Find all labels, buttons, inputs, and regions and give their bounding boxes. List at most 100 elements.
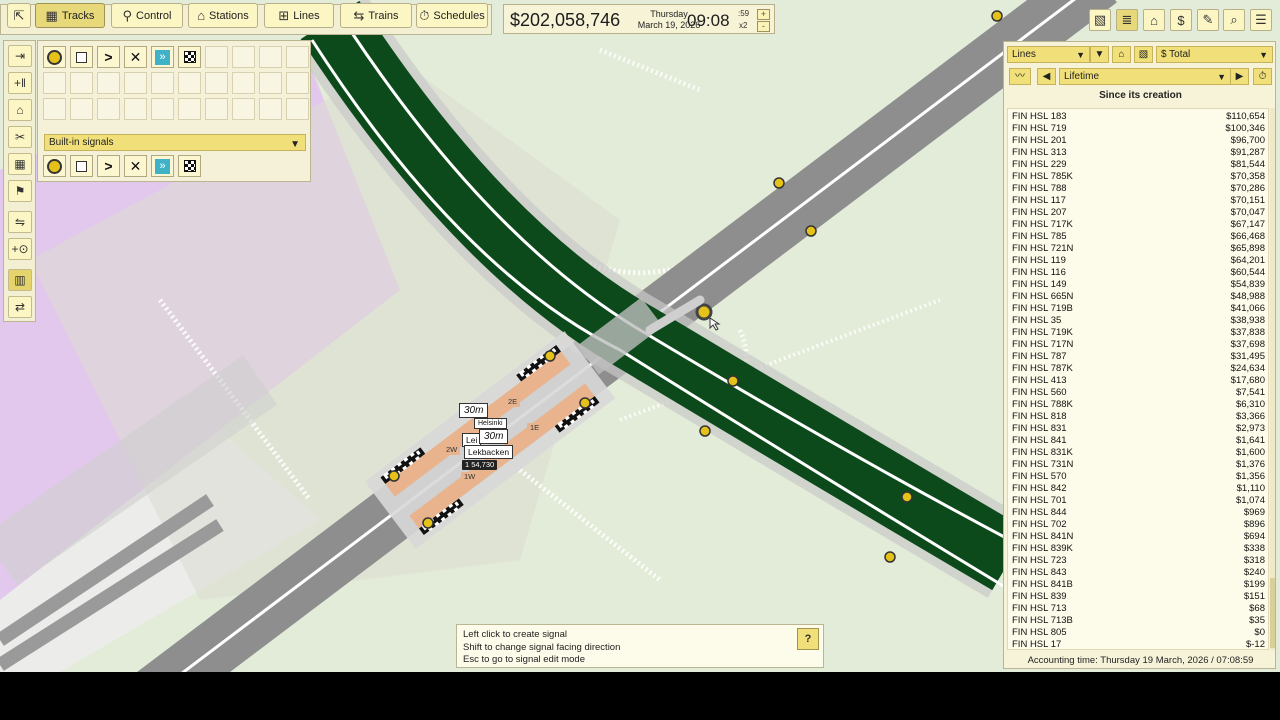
signal-slot-empty[interactable] xyxy=(205,98,228,120)
list-item[interactable]: FIN HSL 17 $-12 xyxy=(1010,639,1267,649)
list-item[interactable]: FIN HSL 713B $35 xyxy=(1010,615,1267,627)
add-signal-tool-button[interactable]: +⊙ xyxy=(8,238,32,260)
crossing-tool-button[interactable]: ⇋ xyxy=(8,211,32,233)
list-item[interactable]: FIN HSL 183 $110,654 xyxy=(1010,111,1267,123)
period-prev-button[interactable]: ◀ xyxy=(1037,68,1056,85)
signal-type-block[interactable] xyxy=(70,46,93,68)
signal-type-main[interactable] xyxy=(43,46,66,68)
builtin-signals-dropdown[interactable]: Built-in signals ▼ xyxy=(44,134,306,151)
lines-list[interactable]: FIN HSL 183 $110,654 FIN HSL 719 $100,346 FI… xyxy=(1007,108,1269,650)
list-item[interactable]: FIN HSL 713 $68 xyxy=(1010,603,1267,615)
list-item[interactable]: FIN HSL 731N $1,376 xyxy=(1010,459,1267,471)
list-item[interactable]: FIN HSL 785K $70,358 xyxy=(1010,171,1267,183)
select-tool-button[interactable]: ⇱ xyxy=(7,3,31,28)
list-item[interactable]: FIN HSL 207 $70,047 xyxy=(1010,207,1267,219)
list-item[interactable]: FIN HSL 719K $37,838 xyxy=(1010,327,1267,339)
help-button[interactable]: ? xyxy=(797,628,819,650)
menu-button[interactable]: ☰ xyxy=(1250,9,1272,31)
signal-slot-empty[interactable] xyxy=(232,72,255,94)
signal-slot-empty[interactable] xyxy=(286,46,309,68)
list-item[interactable]: FIN HSL 842 $1,110 xyxy=(1010,483,1267,495)
signal-type-nostop[interactable]: ✕ xyxy=(124,46,147,68)
signal-slot-empty[interactable] xyxy=(43,98,66,120)
list-item[interactable]: FIN HSL 719 $100,346 xyxy=(1010,123,1267,135)
scrollbar-thumb[interactable] xyxy=(1270,578,1275,648)
list-item[interactable]: FIN HSL 201 $96,700 xyxy=(1010,135,1267,147)
list-item[interactable]: FIN HSL 785 $66,468 xyxy=(1010,231,1267,243)
list-item[interactable]: FIN HSL 788K $6,310 xyxy=(1010,399,1267,411)
list-item[interactable]: FIN HSL 831 $2,973 xyxy=(1010,423,1267,435)
list-item[interactable]: FIN HSL 841 $1,641 xyxy=(1010,435,1267,447)
filter-button[interactable]: ▼ xyxy=(1090,46,1109,63)
station-tool-button[interactable]: ⌂ xyxy=(8,99,32,121)
signal-slot-empty[interactable] xyxy=(286,72,309,94)
list-item[interactable]: FIN HSL 116 $60,544 xyxy=(1010,267,1267,279)
swap-tool-button[interactable]: ⇄ xyxy=(8,296,32,318)
list-item[interactable]: FIN HSL 149 $54,839 xyxy=(1010,279,1267,291)
tab-trains[interactable]: ⇆ Trains xyxy=(340,3,412,28)
period-next-button[interactable]: ▶ xyxy=(1230,68,1249,85)
signal-slot-empty[interactable] xyxy=(97,72,120,94)
list-item[interactable]: FIN HSL 719B $41,066 xyxy=(1010,303,1267,315)
list-item[interactable]: FIN HSL 787K $24,634 xyxy=(1010,363,1267,375)
list-item[interactable]: FIN HSL 313 $91,287 xyxy=(1010,147,1267,159)
list-item[interactable]: FIN HSL 831K $1,600 xyxy=(1010,447,1267,459)
list-item[interactable]: FIN HSL 841B $199 xyxy=(1010,579,1267,591)
tab-lines[interactable]: ⊞ Lines xyxy=(264,3,334,28)
map-viewport[interactable]: 30m Helsinki Lei 30m Lekbacken 1 54,730 … xyxy=(0,0,1280,672)
list-item[interactable]: FIN HSL 413 $17,680 xyxy=(1010,375,1267,387)
signal-slot-empty[interactable] xyxy=(124,98,147,120)
flag-tool-button[interactable]: ⚑ xyxy=(8,180,32,202)
wall-tool-button[interactable]: ▦ xyxy=(8,153,32,175)
signal-slot-empty[interactable] xyxy=(178,72,201,94)
speed-down-button[interactable]: - xyxy=(757,21,770,32)
signal-slot-empty[interactable] xyxy=(178,98,201,120)
builtin-signal-oneway[interactable]: > xyxy=(97,155,120,177)
builtin-signal-priority[interactable]: » xyxy=(151,155,174,177)
signal-tool-button[interactable]: ▥ xyxy=(8,269,32,291)
signal-slot-empty[interactable] xyxy=(205,72,228,94)
list-item[interactable]: FIN HSL 788 $70,286 xyxy=(1010,183,1267,195)
finance-button[interactable]: $ xyxy=(1170,9,1192,31)
speed-up-button[interactable]: + xyxy=(757,9,770,20)
builtin-signal-nostop[interactable]: ✕ xyxy=(124,155,147,177)
list-item[interactable]: FIN HSL 841N $694 xyxy=(1010,531,1267,543)
list-item[interactable]: FIN HSL 839 $151 xyxy=(1010,591,1267,603)
list-item[interactable]: FIN HSL 843 $240 xyxy=(1010,567,1267,579)
signal-type-oneway[interactable]: > xyxy=(97,46,120,68)
search-button[interactable]: ⌕ xyxy=(1223,9,1245,31)
signal-type-checker[interactable] xyxy=(178,46,201,68)
list-scrollbar[interactable] xyxy=(1270,108,1275,650)
category-dropdown[interactable]: Lines ▼ xyxy=(1007,46,1090,63)
builtin-signal-checker[interactable] xyxy=(178,155,201,177)
list-item[interactable]: FIN HSL 35 $38,938 xyxy=(1010,315,1267,327)
list-item[interactable]: FIN HSL 665N $48,988 xyxy=(1010,291,1267,303)
signal-slot-empty[interactable] xyxy=(43,72,66,94)
signal-type-priority[interactable]: » xyxy=(151,46,174,68)
add-track-button[interactable]: +‖ xyxy=(8,72,32,94)
list-item[interactable]: FIN HSL 119 $64,201 xyxy=(1010,255,1267,267)
demolish-tool-button[interactable]: ✂ xyxy=(8,126,32,148)
signal-slot-empty[interactable] xyxy=(70,98,93,120)
signal-slot-empty[interactable] xyxy=(124,72,147,94)
list-item[interactable]: FIN HSL 701 $1,074 xyxy=(1010,495,1267,507)
signal-slot-empty[interactable] xyxy=(259,98,282,120)
tag-filter-button[interactable]: ⌂ xyxy=(1112,46,1131,63)
list-item[interactable]: FIN HSL 570 $1,356 xyxy=(1010,471,1267,483)
list-item[interactable]: FIN HSL 117 $70,151 xyxy=(1010,195,1267,207)
signal-slot-empty[interactable] xyxy=(232,98,255,120)
signal-slot-empty[interactable] xyxy=(259,46,282,68)
graph-button[interactable]: 〰 xyxy=(1009,68,1031,85)
list-item[interactable]: FIN HSL 787 $31,495 xyxy=(1010,351,1267,363)
station-name-label[interactable]: Lekbacken xyxy=(464,445,514,459)
signal-slot-empty[interactable] xyxy=(286,98,309,120)
signal-slot-empty[interactable] xyxy=(259,72,282,94)
tab-stations[interactable]: ⌂ Stations xyxy=(188,3,258,28)
tab-control[interactable]: ⚲ Control xyxy=(111,3,183,28)
chart-toggle-button[interactable]: ▧ xyxy=(1134,46,1153,63)
signal-slot-empty[interactable] xyxy=(151,72,174,94)
signal-slot-empty[interactable] xyxy=(205,46,228,68)
tab-tracks[interactable]: ▦ Tracks xyxy=(35,3,105,28)
map-view-button[interactable]: ▧ xyxy=(1089,9,1111,31)
list-item[interactable]: FIN HSL 721N $65,898 xyxy=(1010,243,1267,255)
